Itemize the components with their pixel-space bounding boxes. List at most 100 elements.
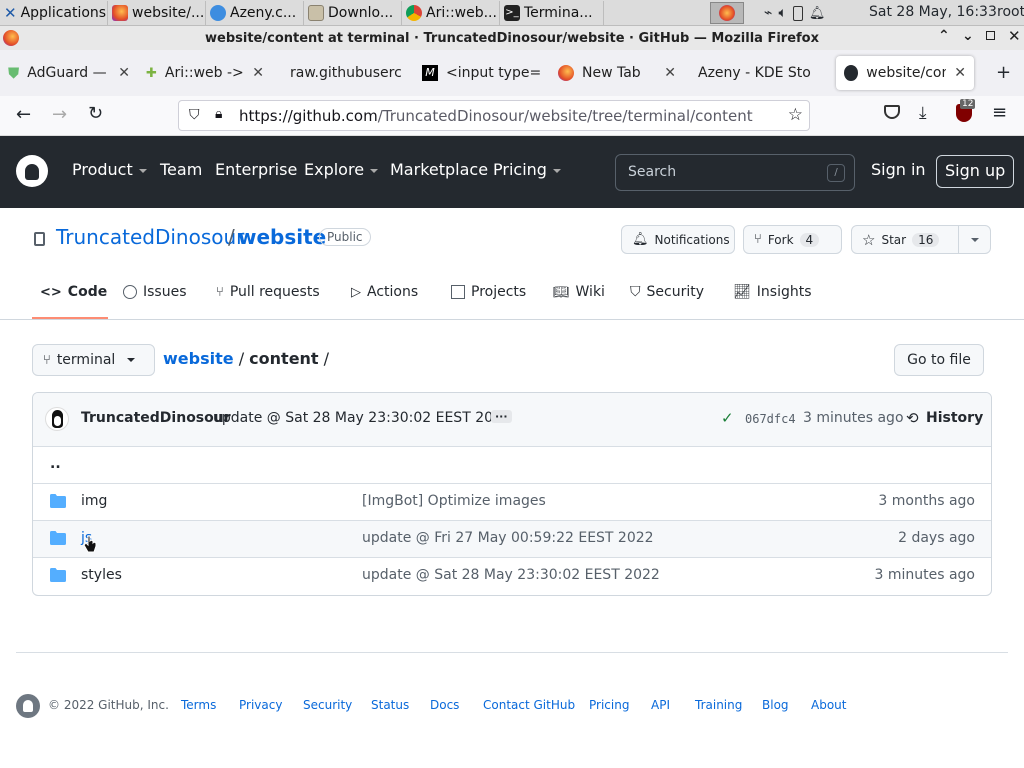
taskbar-window-azeny[interactable]: Azeny.c... (206, 0, 304, 25)
play-circle-icon: ▷ (351, 284, 361, 300)
mouse-cursor-icon (83, 535, 97, 553)
user-name[interactable]: root (997, 4, 1024, 20)
taskbar-window-downloads[interactable]: Downlo... (304, 0, 402, 25)
forward-arrow-icon[interactable]: → (52, 104, 67, 125)
footer-link-blog[interactable]: Blog (762, 698, 789, 712)
star-button[interactable]: ☆ Star 16 (851, 225, 959, 254)
tab-close-icon[interactable]: ✕ (252, 65, 264, 81)
sign-up-button[interactable]: Sign up (936, 155, 1015, 188)
search-input[interactable]: Search / (615, 154, 855, 191)
tab-close-icon[interactable]: ✕ (954, 65, 966, 81)
downloads-icon[interactable]: ⤓ (919, 103, 927, 123)
reload-icon[interactable]: ↻ (88, 103, 103, 124)
tab-new-tab[interactable]: New Tab ✕ (550, 56, 684, 90)
tab-github-active[interactable]: website/cont ✕ (836, 56, 974, 90)
tab-ariweb[interactable]: ✚ Ari::web -> T ✕ (138, 56, 272, 90)
nav-explore[interactable]: Explore (304, 160, 379, 179)
new-tab-button[interactable]: + (996, 62, 1011, 83)
volume-icon[interactable]: 🔈︎ (778, 5, 786, 21)
nav-enterprise[interactable]: Enterprise (215, 160, 297, 179)
commit-message[interactable]: update @ Sat 28 May 23:30:02 EEST 2022 (213, 410, 511, 426)
table-row[interactable]: img [ImgBot] Optimize images 3 months ag… (33, 483, 991, 520)
pocket-icon[interactable] (884, 105, 900, 119)
table-row[interactable]: styles update @ Sat 28 May 23:30:02 EEST… (33, 557, 991, 594)
tracking-shield-icon[interactable]: ⛉ (189, 107, 200, 123)
url-path: /TruncatedDinosour/website/tree/terminal… (377, 106, 753, 125)
github-logo-icon[interactable] (16, 155, 48, 187)
footer-link-privacy[interactable]: Privacy (239, 698, 282, 712)
repo-owner-link[interactable]: TruncatedDinosour (56, 225, 244, 249)
tab-security[interactable]: ⛉ Security (630, 284, 704, 300)
tab-insights[interactable]: 📈︎ Insights (733, 284, 812, 300)
window-menu-icon[interactable]: ⌄ (962, 28, 974, 44)
footer-link-terms[interactable]: Terms (181, 698, 216, 712)
fork-button[interactable]: ⑂ Fork 4 (743, 225, 842, 254)
app-menu-icon[interactable]: ≡ (992, 102, 1007, 123)
branch-select-button[interactable]: ⑂ terminal (32, 344, 155, 376)
go-to-file-button[interactable]: Go to file (894, 344, 984, 376)
star-dropdown-button[interactable] (958, 225, 991, 254)
lock-icon[interactable]: 🔒︎ (215, 106, 222, 122)
taskbar-window-terminal[interactable]: >_ Termina... (500, 0, 604, 25)
footer-link-security[interactable]: Security (303, 698, 352, 712)
tab-issues[interactable]: Issues (123, 284, 187, 300)
footer-link-training[interactable]: Training (695, 698, 742, 712)
tab-wiki[interactable]: 📖︎ Wiki (553, 284, 605, 300)
tab-projects[interactable]: Projects (451, 284, 526, 300)
taskbar-window-chrome[interactable]: Ari::web... (402, 0, 500, 25)
tab-raw-github[interactable]: raw.githubuserc (272, 56, 414, 90)
footer-link-docs[interactable]: Docs (430, 698, 459, 712)
commit-author[interactable]: TruncatedDinosour (81, 410, 231, 426)
history-link[interactable]: History (926, 410, 983, 426)
file-commit-message[interactable]: update @ Fri 27 May 00:59:22 EEST 2022 (362, 530, 654, 546)
footer-link-status[interactable]: Status (371, 698, 409, 712)
github-mark-icon[interactable] (16, 694, 40, 718)
network-icon[interactable]: ⌁ (764, 5, 772, 21)
notifications-button[interactable]: 🔔︎ Notifications (621, 225, 735, 254)
battery-icon[interactable] (792, 5, 803, 21)
tab-azeny-kde[interactable]: Azeny - KDE Sto (684, 56, 832, 90)
bookmark-star-icon[interactable]: ☆ (788, 105, 803, 125)
sign-in-link[interactable]: Sign in (871, 160, 926, 179)
browser-tab-strip: ⛊ AdGuard — \ ✕ ✚ Ari::web -> T ✕ raw.gi… (0, 50, 1024, 96)
breadcrumb-root-link[interactable]: website (163, 349, 234, 368)
file-name-link[interactable]: img (81, 493, 107, 509)
tab-adguard[interactable]: ⛊ AdGuard — \ ✕ (0, 56, 138, 90)
tab-close-icon[interactable]: ✕ (664, 65, 676, 81)
file-name-link[interactable]: styles (81, 567, 122, 583)
tab-actions[interactable]: ▷ Actions (351, 284, 418, 300)
parent-directory-row[interactable]: .. (33, 446, 991, 483)
close-icon[interactable]: ✕ (1008, 27, 1021, 45)
footer-link-pricing[interactable]: Pricing (589, 698, 629, 712)
star-count: 16 (912, 232, 940, 247)
clock[interactable]: Sat 28 May, 16:33 (869, 4, 997, 20)
system-tray: ⌁ 🔈︎ 🔔︎ (710, 1, 825, 25)
parent-directory-link[interactable]: .. (50, 456, 61, 472)
maximize-icon[interactable] (986, 31, 995, 40)
file-commit-message[interactable]: update @ Sat 28 May 23:30:02 EEST 2022 (362, 567, 660, 583)
table-row[interactable]: js update @ Fri 27 May 00:59:22 EEST 202… (33, 520, 991, 557)
taskbar-window-firefox[interactable]: website/... (108, 0, 206, 25)
tab-mdn-input[interactable]: M <input type= (414, 56, 550, 90)
firefox-tray-icon[interactable] (710, 2, 744, 24)
nav-team[interactable]: Team (160, 160, 202, 179)
notification-bell-icon[interactable]: 🔔︎ (809, 6, 826, 21)
back-arrow-icon[interactable]: ← (16, 104, 31, 125)
nav-product[interactable]: Product (72, 160, 147, 179)
tab-pull-requests[interactable]: ⑂ Pull requests (216, 284, 320, 300)
address-bar[interactable]: ⛉ 🔒︎ https://github.com/TruncatedDinosou… (178, 100, 810, 131)
footer-link-contact[interactable]: Contact GitHub (483, 698, 575, 712)
applications-menu[interactable]: ✕ Applications (0, 0, 108, 25)
file-commit-message[interactable]: [ImgBot] Optimize images (362, 493, 546, 509)
commit-sha[interactable]: 067dfc4 (745, 412, 796, 426)
tab-close-icon[interactable]: ✕ (118, 65, 130, 81)
footer-link-api[interactable]: API (651, 698, 670, 712)
tab-code[interactable]: <> Code (40, 284, 107, 300)
avatar[interactable] (45, 407, 69, 431)
minimize-icon[interactable]: ⌃ (938, 28, 950, 44)
commit-expand-button[interactable]: ··· (491, 410, 512, 423)
nav-pricing[interactable]: Pricing (493, 160, 561, 179)
footer-link-about[interactable]: About (811, 698, 846, 712)
nav-marketplace[interactable]: Marketplace (390, 160, 488, 179)
repo-name-link[interactable]: website (238, 225, 326, 249)
